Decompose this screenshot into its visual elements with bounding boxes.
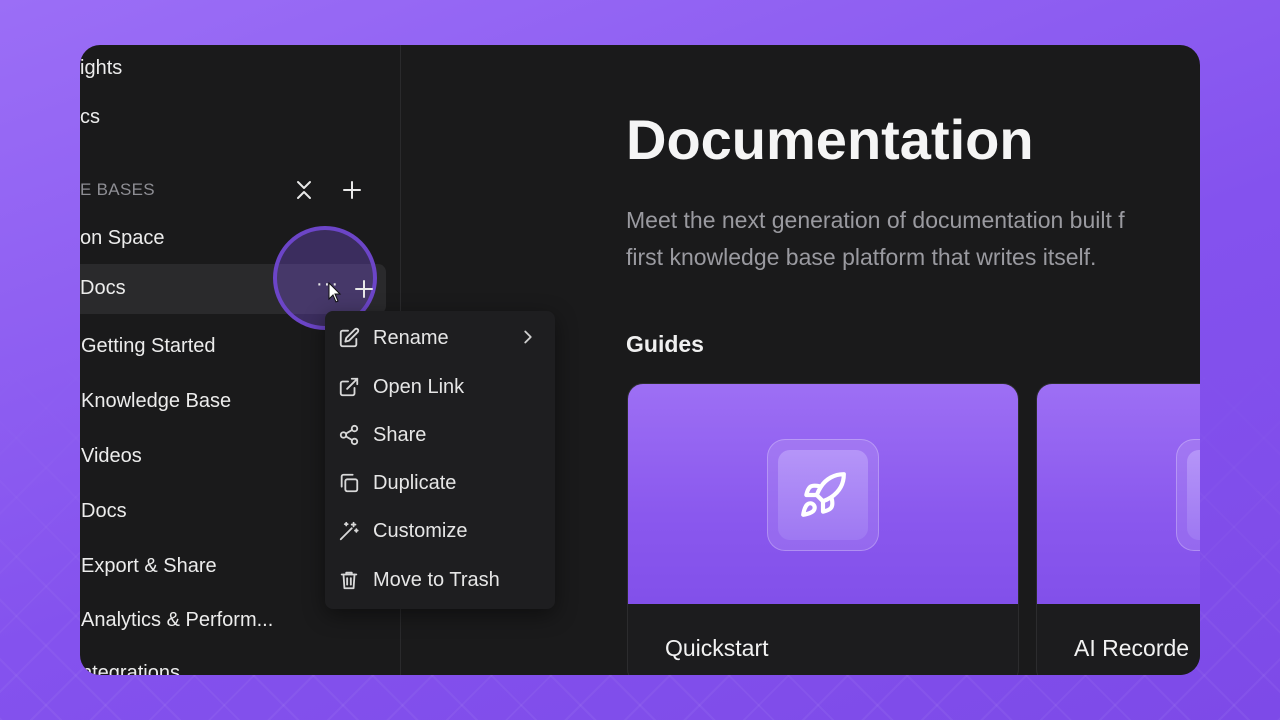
menu-item-duplicate[interactable]: Duplicate bbox=[325, 462, 555, 504]
menu-item-rename[interactable]: Rename bbox=[325, 317, 555, 359]
menu-item-label: Duplicate bbox=[373, 471, 457, 494]
card-banner bbox=[628, 384, 1018, 604]
sidebar-item-insights[interactable]: ights bbox=[80, 57, 122, 80]
page-description: Meet the next generation of documentatio… bbox=[626, 202, 1200, 276]
card-banner bbox=[1037, 384, 1200, 604]
guide-card-quickstart[interactable]: Quickstart bbox=[627, 383, 1019, 675]
card-title: AI Recorde bbox=[1074, 635, 1190, 661]
page-description-line-1: Meet the next generation of documentatio… bbox=[626, 207, 1125, 233]
sidebar-child-docs[interactable]: Docs bbox=[81, 500, 127, 523]
guides-heading: Guides bbox=[626, 331, 704, 357]
menu-item-label: Open Link bbox=[373, 375, 465, 398]
trash-icon bbox=[336, 567, 362, 593]
sidebar-child-export-share[interactable]: Export & Share bbox=[81, 555, 217, 578]
card-icon-frame bbox=[1176, 439, 1200, 551]
app-window: ights cs E BASES on Space Docs ··· Getti… bbox=[80, 45, 1200, 675]
external-link-icon bbox=[336, 374, 362, 400]
share-icon bbox=[336, 422, 362, 448]
sidebar-child-analytics[interactable]: Analytics & Perform... bbox=[81, 609, 273, 632]
card-title: Quickstart bbox=[665, 635, 769, 661]
edit-icon bbox=[336, 325, 362, 351]
app-icon bbox=[1187, 450, 1200, 540]
rocket-icon bbox=[778, 450, 868, 540]
collapse-vertical-icon[interactable] bbox=[291, 177, 317, 203]
sidebar-child-integrations[interactable]: ntegrations bbox=[81, 662, 180, 675]
context-menu: Rename Open Link Share Duplicate Customi… bbox=[325, 311, 555, 609]
menu-item-share[interactable]: Share bbox=[325, 414, 555, 456]
sidebar-child-getting-started[interactable]: Getting Started bbox=[81, 335, 216, 358]
menu-item-label: Share bbox=[373, 423, 427, 446]
knowledge-bases-section-label: E BASES bbox=[80, 180, 155, 199]
menu-item-open-link[interactable]: Open Link bbox=[325, 366, 555, 408]
sidebar-item-space[interactable]: on Space bbox=[80, 227, 165, 250]
menu-item-customize[interactable]: Customize bbox=[325, 510, 555, 552]
page-title: Documentation bbox=[626, 108, 1034, 171]
guide-card-ai-recorder[interactable]: AI Recorde bbox=[1036, 383, 1200, 675]
sidebar-item-docs-top[interactable]: cs bbox=[80, 106, 100, 129]
add-child-page-icon[interactable] bbox=[351, 276, 377, 302]
add-knowledge-base-icon[interactable] bbox=[339, 177, 365, 203]
mouse-pointer-icon bbox=[328, 281, 342, 309]
menu-item-label: Rename bbox=[373, 326, 449, 349]
menu-item-label: Customize bbox=[373, 519, 468, 542]
sidebar-child-videos[interactable]: Videos bbox=[81, 445, 142, 468]
chevron-right-icon bbox=[517, 326, 539, 348]
sidebar-child-knowledge-base[interactable]: Knowledge Base bbox=[81, 390, 231, 413]
page-description-line-2: first knowledge base platform that write… bbox=[626, 244, 1097, 270]
menu-item-move-to-trash[interactable]: Move to Trash bbox=[325, 559, 555, 601]
sidebar-item-active-label: Docs bbox=[80, 277, 126, 299]
magic-wand-icon bbox=[336, 518, 362, 544]
card-icon-frame bbox=[767, 439, 879, 551]
duplicate-icon bbox=[336, 470, 362, 496]
menu-item-label: Move to Trash bbox=[373, 568, 500, 591]
